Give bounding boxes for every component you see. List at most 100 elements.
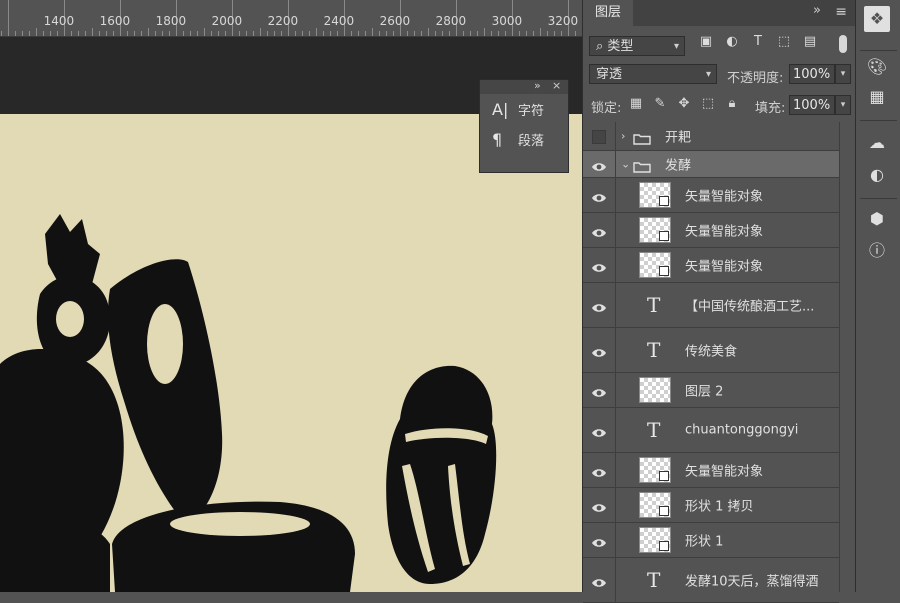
collapse-icon[interactable]: » [813,3,821,18]
ruler-tick [141,31,142,36]
opacity-input[interactable]: 100% [789,64,835,84]
swatches-dock-icon[interactable]: 🎨︎ [866,56,888,78]
visibility-toggle[interactable] [583,213,616,247]
lock-image-icon[interactable]: ✎ [651,96,669,111]
expand-icon[interactable]: » [534,79,541,92]
layer-row[interactable]: T 发酵10天后，蒸馏得酒 [583,558,839,603]
eye-icon [591,158,607,171]
visibility-toggle[interactable] [583,488,616,522]
character-panel-button[interactable]: A| 字符 [480,94,568,124]
ruler-tick [337,31,338,36]
layer-list[interactable]: › 开耙 ⌄ 发酵 矢量智能对象 矢量智能对象 矢量智能对象 T 【中国传统酿酒工艺... T 传统… [583,122,839,603]
layer-row[interactable]: Tchuantonggongyi [583,408,839,453]
filter-type-select[interactable]: ⌕ 类型 ▾ [589,36,685,56]
layer-name: 【中国传统酿酒工艺... [685,299,815,315]
ruler-tick [372,28,373,36]
visibility-toggle[interactable] [583,178,616,212]
panel-header[interactable]: » × [480,79,568,94]
layer-row[interactable]: 矢量智能对象 [583,248,839,283]
layer-row[interactable]: 形状 1 拷贝 [583,488,839,523]
visibility-toggle[interactable] [583,453,616,487]
layer-list-scrollbar[interactable] [839,122,856,592]
lock-label: 锁定: [591,101,622,116]
chevron-down-icon[interactable]: ⌄ [621,158,630,171]
layer-name: 开耙 [665,130,692,146]
layers-panel[interactable]: 图层 » ≡ ⌕ 类型 ▾ ▣ ◐ T ⬚ ▤ 穿透 ▾ 不透明度: 100% … [582,0,856,603]
artboard[interactable] [0,114,582,592]
smart-object-thumbnail [639,182,671,208]
ruler-tick [15,31,16,36]
search-icon: ⌕ [596,39,604,54]
smart-object-badge-icon [659,231,669,241]
visibility-toggle[interactable] [583,151,616,177]
adjustments-dock-icon[interactable]: ◐ [866,164,888,186]
visibility-toggle[interactable] [583,408,616,452]
ruler-tick [393,31,394,36]
ruler-tick [218,31,219,36]
layer-row[interactable]: T 传统美食 [583,328,839,373]
shape-badge-icon [659,506,669,516]
ruler-tick [162,31,163,36]
chevron-down-icon: ▾ [673,41,679,52]
ruler-tick [169,31,170,36]
ruler-tick [295,31,296,36]
artwork-shape [0,520,110,592]
close-icon[interactable]: × [552,79,561,92]
ruler-tick [302,31,303,36]
chevron-right-icon[interactable]: › [621,130,625,143]
visibility-toggle[interactable] [583,283,616,327]
filter-shape-icon[interactable]: ⬚ [775,34,793,52]
filter-pixel-icon[interactable]: ▣ [697,34,715,52]
visibility-toggle[interactable] [583,373,616,407]
visibility-toggle[interactable] [583,122,616,150]
blend-mode-select[interactable]: 穿透 ▾ [589,64,717,84]
lock-artboard-icon[interactable]: ⬚ [699,96,717,111]
visibility-toggle[interactable] [583,248,616,282]
layer-row[interactable]: ⌄ 发酵 [583,151,839,178]
filter-toggle[interactable] [839,35,847,53]
lock-transparent-icon[interactable]: ▦ [627,96,645,111]
layer-row[interactable]: 矢量智能对象 [583,453,839,488]
ruler-tick [43,31,44,36]
tab-layers[interactable]: 图层 [583,0,633,26]
layer-row[interactable]: 矢量智能对象 [583,213,839,248]
3d-dock-icon[interactable]: ⬢ [866,208,888,230]
shape-badge-icon [659,541,669,551]
ruler-tick [540,28,541,36]
visibility-toggle[interactable] [583,328,616,372]
grid-dock-icon[interactable]: ▦ [866,86,888,108]
filter-text-icon[interactable]: T [749,34,767,52]
panel-menu-icon[interactable]: ≡ [835,4,847,20]
layer-row[interactable]: 图层 2 [583,373,839,408]
info-dock-icon[interactable]: ⓘ [866,240,888,262]
paragraph-panel-button[interactable]: ¶ 段落 [480,124,568,154]
smart-object-badge-icon [659,266,669,276]
character-paragraph-panel[interactable]: » × A| 字符 ¶ 段落 [479,79,569,173]
lock-all-icon[interactable]: 🔒︎ [723,96,741,111]
ruler-label: 1400 [43,14,75,28]
text-layer-icon: T [647,418,661,442]
lock-position-icon[interactable]: ✥ [675,96,693,111]
opacity-dropdown[interactable]: ▾ [835,64,851,84]
ruler-label: 3000 [491,14,523,28]
panel-tabbar: 图层 » ≡ [583,0,855,26]
horizontal-ruler[interactable]: 1400 1600 1800 2000 2200 2400 2600 2800 3000 3200 [0,0,583,37]
layer-row[interactable]: 形状 1 [583,523,839,558]
layer-row[interactable]: › 开耙 [583,122,839,151]
eye-icon [591,299,607,312]
ruler-tick [274,31,275,36]
filter-adjustment-icon[interactable]: ◐ [723,34,741,52]
fill-dropdown[interactable]: ▾ [835,95,851,115]
libraries-dock-icon[interactable]: ☁ [866,132,888,154]
visibility-toggle[interactable] [583,558,616,602]
layer-row[interactable]: T 【中国传统酿酒工艺... [583,283,839,328]
layer-row[interactable]: 矢量智能对象 [583,178,839,213]
hidden-checkbox-icon [592,130,606,144]
ruler-tick [414,31,415,36]
ruler-tick [477,31,478,36]
layers-dock-icon[interactable]: ❖ [864,6,890,32]
filter-smart-object-icon[interactable]: ▤ [801,34,819,52]
fill-input[interactable]: 100% [789,95,835,115]
layer-name: 矢量智能对象 [685,224,764,240]
visibility-toggle[interactable] [583,523,616,557]
